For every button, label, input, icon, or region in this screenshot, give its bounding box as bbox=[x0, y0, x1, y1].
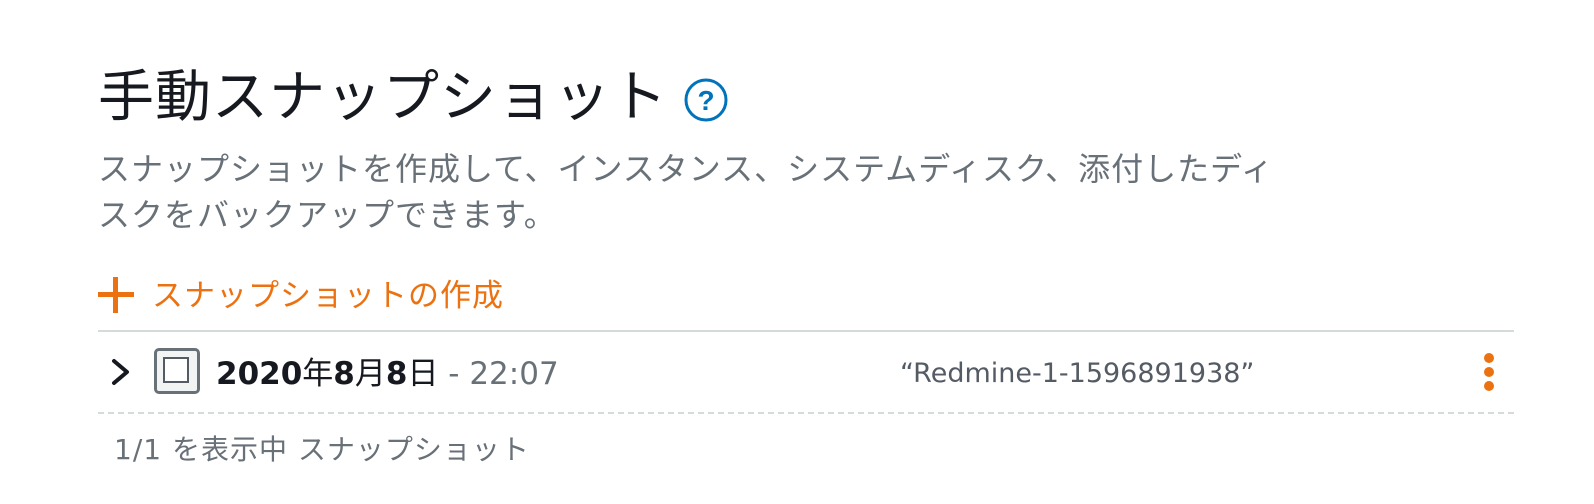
date-year-unit: 年 bbox=[302, 356, 334, 392]
pagination-count: 1/1 を表示中 スナップショット bbox=[114, 433, 530, 466]
page-title: 手動スナップショット bbox=[98, 65, 668, 130]
checkbox-inner bbox=[163, 357, 189, 383]
date-year: 2020 bbox=[216, 356, 303, 392]
section-description: スナップショットを作成して、インスタンス、システムディスク、添付したディスクをバ… bbox=[98, 150, 1274, 234]
chevron-right-icon[interactable] bbox=[110, 358, 132, 386]
title-row: 手動スナップショット ? bbox=[98, 62, 728, 134]
snapshot-checkbox-icon[interactable] bbox=[154, 348, 200, 394]
create-snapshot-button[interactable]: スナップショットの作成 bbox=[98, 268, 504, 316]
snapshot-date: 2020年8月8日 - 22:07 bbox=[216, 352, 559, 396]
help-circle-icon[interactable]: ? bbox=[684, 78, 728, 122]
list-bottom-divider bbox=[98, 412, 1514, 414]
date-month: 8 bbox=[333, 356, 355, 392]
create-snapshot-label: スナップショットの作成 bbox=[152, 277, 504, 314]
snapshot-row: 2020年8月8日 - 22:07 “Redmine-1-1596891938” bbox=[98, 332, 1514, 412]
date-day-unit: 日 bbox=[407, 356, 439, 392]
vertical-ellipsis-icon[interactable] bbox=[1478, 352, 1500, 392]
svg-text:?: ? bbox=[697, 85, 714, 116]
date-day: 8 bbox=[385, 356, 408, 392]
date-month-unit: 月 bbox=[354, 356, 386, 392]
snapshot-name: “Redmine-1-1596891938” bbox=[900, 358, 1255, 389]
snapshot-time: - 22:07 bbox=[438, 356, 559, 392]
plus-icon bbox=[98, 277, 134, 313]
